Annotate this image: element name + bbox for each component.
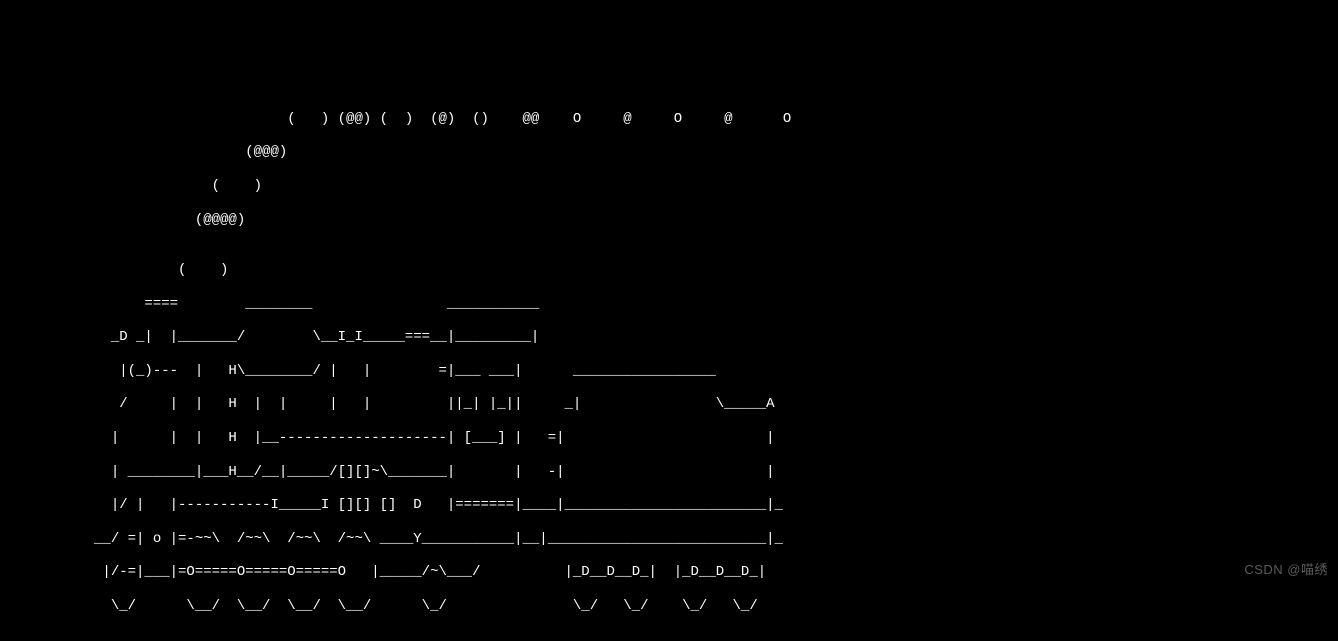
ascii-art-line: _D _| |_______/ \__I_I_____===__|_______… bbox=[10, 329, 1328, 346]
ascii-art-line: ( ) bbox=[10, 262, 1328, 279]
ascii-art-line: \_/ \__/ \__/ \__/ \__/ \_/ \_/ \_/ \_/ … bbox=[10, 598, 1328, 615]
ascii-art-line: (@@@@) bbox=[10, 212, 1328, 229]
ascii-art-line: __/ =| o |=-~~\ /~~\ /~~\ /~~\ ____Y____… bbox=[10, 531, 1328, 548]
ascii-art-line: ( ) (@@) ( ) (@) () @@ O @ O @ O bbox=[10, 111, 1328, 128]
terminal-output: ( ) (@@) ( ) (@) () @@ O @ O @ O (@@@) (… bbox=[0, 0, 1338, 641]
ascii-art-line: ==== ________ ___________ bbox=[10, 296, 1328, 313]
ascii-art-line: ( ) bbox=[10, 178, 1328, 195]
ascii-art-line: |(_)--- | H\________/ | | =|___ ___| ___… bbox=[10, 363, 1328, 380]
ascii-art-line: |/ | |-----------I_____I [][] [] D |====… bbox=[10, 497, 1328, 514]
ascii-art-line: | ________|___H__/__|_____/[][]~\_______… bbox=[10, 464, 1328, 481]
watermark-text: CSDN @喵绣 bbox=[1244, 562, 1328, 578]
ascii-art-line: (@@@) bbox=[10, 144, 1328, 161]
ascii-art-line: |/-=|___|=O=====O=====O=====O |_____/~\_… bbox=[10, 564, 1328, 581]
ascii-art-line: | | | H |__--------------------| [___] |… bbox=[10, 430, 1328, 447]
ascii-art-line: / | | H | | | | ||_| |_|| _| \_____A bbox=[10, 396, 1328, 413]
